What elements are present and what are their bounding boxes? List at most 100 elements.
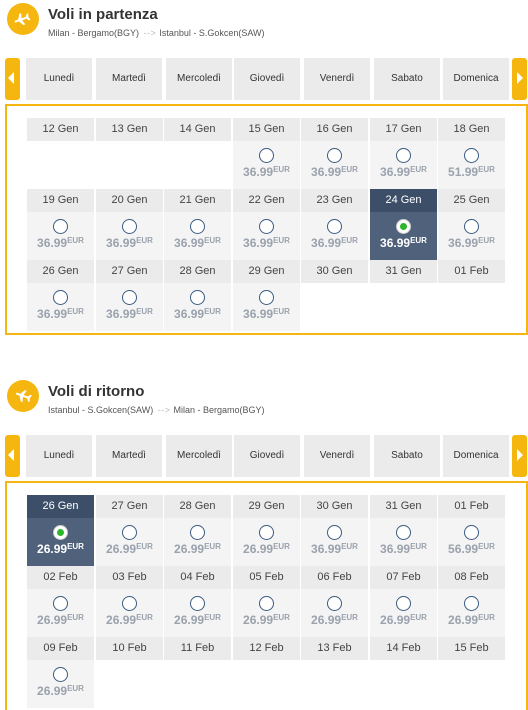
fare-radio[interactable]: [122, 525, 137, 540]
weekday-3: Mercoledì: [166, 58, 232, 100]
calendar-day-cell[interactable]: 23 Gen 36.99EUR: [301, 189, 368, 260]
fare-radio[interactable]: [53, 219, 68, 234]
calendar-day-cell[interactable]: 24 Gen 36.99EUR: [370, 189, 437, 260]
fare-currency: EUR: [410, 165, 427, 174]
calendar-day-cell[interactable]: 27 Gen 26.99EUR: [96, 495, 163, 566]
calendar-day-cell[interactable]: 02 Feb 26.99EUR: [27, 566, 94, 637]
fare-currency: EUR: [273, 613, 290, 622]
weekday-6: Sabato: [374, 58, 440, 100]
fare-radio[interactable]: [464, 596, 479, 611]
day-date: 17 Gen: [370, 118, 437, 141]
calendar-day-cell[interactable]: 05 Feb 26.99EUR: [233, 566, 300, 637]
fare-radio[interactable]: [53, 596, 68, 611]
day-fare-area: 36.99EUR: [370, 212, 437, 260]
calendar-day-cell: 14 Gen: [164, 118, 231, 189]
calendar-day-cell[interactable]: 15 Gen 36.99EUR: [233, 118, 300, 189]
fare-radio[interactable]: [122, 290, 137, 305]
calendar-day-cell[interactable]: 26 Gen 26.99EUR: [27, 495, 94, 566]
calendar-day-cell[interactable]: 26 Gen 36.99EUR: [27, 260, 94, 331]
calendar-day-cell[interactable]: 04 Feb 26.99EUR: [164, 566, 231, 637]
fare-radio[interactable]: [327, 596, 342, 611]
route-from: Milan - Bergamo(BGY): [48, 28, 140, 38]
prev-week-button[interactable]: [5, 435, 20, 477]
calendar-day-cell[interactable]: 01 Feb 56.99EUR: [438, 495, 505, 566]
fare-radio[interactable]: [327, 219, 342, 234]
calendar-day-cell[interactable]: 08 Feb 26.99EUR: [438, 566, 505, 637]
fare-radio[interactable]: [396, 596, 411, 611]
day-date: 31 Gen: [370, 495, 437, 518]
day-fare-area: 36.99EUR: [370, 141, 437, 189]
fare-currency: EUR: [478, 613, 495, 622]
calendar-day-cell[interactable]: 29 Gen 36.99EUR: [233, 260, 300, 331]
fare-radio[interactable]: [190, 290, 205, 305]
calendar-day-cell[interactable]: 30 Gen 36.99EUR: [301, 495, 368, 566]
selected-fare-radio[interactable]: [396, 219, 411, 234]
calendar-day-cell[interactable]: 25 Gen 36.99EUR: [438, 189, 505, 260]
calendar-day-cell[interactable]: 29 Gen 26.99EUR: [233, 495, 300, 566]
calendar-day-cell[interactable]: 19 Gen 36.99EUR: [27, 189, 94, 260]
selected-fare-radio[interactable]: [53, 525, 68, 540]
fare-radio[interactable]: [190, 596, 205, 611]
fare-amount: 36.99: [311, 236, 342, 250]
calendar-day-cell[interactable]: 03 Feb 26.99EUR: [96, 566, 163, 637]
next-week-button[interactable]: [512, 58, 527, 100]
calendar-day-cell[interactable]: 21 Gen 36.99EUR: [164, 189, 231, 260]
calendar-day-cell: 01 Feb: [438, 260, 505, 331]
day-fare-area: 36.99EUR: [27, 283, 94, 331]
fare-currency: EUR: [478, 236, 495, 245]
calendar-day-cell[interactable]: 16 Gen 36.99EUR: [301, 118, 368, 189]
calendar-day-cell[interactable]: 28 Gen 26.99EUR: [164, 495, 231, 566]
fare-radio[interactable]: [122, 596, 137, 611]
weekday-1: Lunedì: [26, 435, 92, 477]
calendar-day-cell[interactable]: 07 Feb 26.99EUR: [370, 566, 437, 637]
fare-price: 26.99EUR: [233, 542, 300, 556]
day-fare-area: 26.99EUR: [96, 589, 163, 637]
calendar-day-cell[interactable]: 27 Gen 36.99EUR: [96, 260, 163, 331]
fare-price: 36.99EUR: [233, 307, 300, 321]
fare-radio[interactable]: [259, 596, 274, 611]
day-date: 25 Gen: [438, 189, 505, 212]
fare-price: 26.99EUR: [370, 613, 437, 627]
fare-amount: 26.99: [106, 613, 137, 627]
fare-radio[interactable]: [259, 290, 274, 305]
day-fare-area: 36.99EUR: [301, 141, 368, 189]
fare-radio[interactable]: [190, 525, 205, 540]
day-date: 27 Gen: [96, 260, 163, 283]
prev-week-button[interactable]: [5, 58, 20, 100]
weekday-6: Sabato: [374, 435, 440, 477]
calendar-day-cell[interactable]: 20 Gen 36.99EUR: [96, 189, 163, 260]
fare-radio[interactable]: [122, 219, 137, 234]
fare-radio[interactable]: [396, 525, 411, 540]
fare-radio[interactable]: [53, 667, 68, 682]
calendar-day-cell: 10 Feb: [96, 637, 163, 708]
fare-radio[interactable]: [464, 219, 479, 234]
calendar-day-cell[interactable]: 31 Gen 36.99EUR: [370, 495, 437, 566]
calendar-day-cell[interactable]: 06 Feb 26.99EUR: [301, 566, 368, 637]
day-date: 01 Feb: [438, 495, 505, 518]
fare-radio[interactable]: [259, 219, 274, 234]
calendar-day-cell[interactable]: 18 Gen 51.99EUR: [438, 118, 505, 189]
fare-radio[interactable]: [259, 525, 274, 540]
fare-price: 26.99EUR: [27, 613, 94, 627]
fare-radio[interactable]: [53, 290, 68, 305]
day-fare-area: [370, 660, 437, 708]
calendar-day-cell[interactable]: 28 Gen 36.99EUR: [164, 260, 231, 331]
fare-radio[interactable]: [327, 525, 342, 540]
fare-radio[interactable]: [464, 148, 479, 163]
day-date: 05 Feb: [233, 566, 300, 589]
fare-radio[interactable]: [190, 219, 205, 234]
calendar-day-cell[interactable]: 09 Feb 26.99EUR: [27, 637, 94, 708]
day-fare-area: 26.99EUR: [164, 518, 231, 566]
calendar-day-cell[interactable]: 17 Gen 36.99EUR: [370, 118, 437, 189]
fare-radio[interactable]: [327, 148, 342, 163]
day-fare-area: 26.99EUR: [233, 518, 300, 566]
fare-price: 36.99EUR: [96, 236, 163, 250]
fare-radio[interactable]: [259, 148, 274, 163]
weekday-4: Giovedì: [234, 435, 300, 477]
calendar-day-cell[interactable]: 22 Gen 36.99EUR: [233, 189, 300, 260]
fare-amount: 36.99: [243, 236, 274, 250]
day-fare-area: 36.99EUR: [438, 212, 505, 260]
next-week-button[interactable]: [512, 435, 527, 477]
fare-radio[interactable]: [464, 525, 479, 540]
fare-radio[interactable]: [396, 148, 411, 163]
